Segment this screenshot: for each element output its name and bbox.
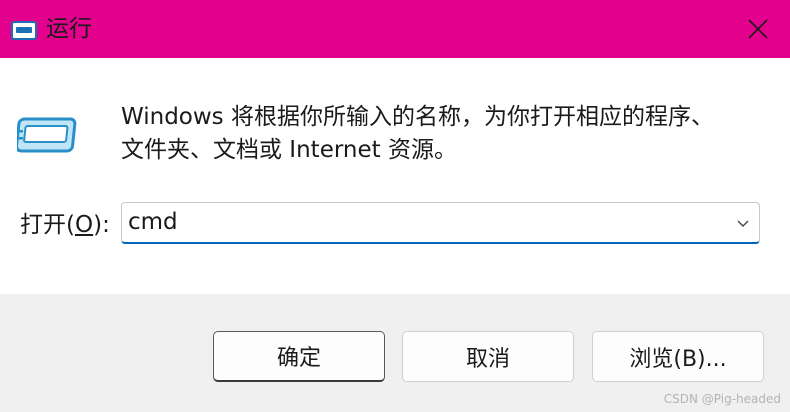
dialog-body: Windows 将根据你所输入的名称，为你打开相应的程序、 文件夹、文档或 In… bbox=[0, 58, 790, 294]
cancel-button[interactable]: 取消 bbox=[402, 331, 574, 382]
run-dialog: 运行 Windows 将根据你所输入的名称，为你打开相应的程序、 文件夹、文档或… bbox=[0, 0, 790, 412]
open-label: 打开(O): bbox=[20, 208, 110, 242]
chevron-down-icon[interactable] bbox=[735, 215, 751, 231]
button-bar: 确定 取消 浏览(B)... CSDN @Pig-headed bbox=[0, 294, 790, 412]
run-dialog-icon bbox=[17, 117, 77, 153]
dialog-description: Windows 将根据你所输入的名称，为你打开相应的程序、 文件夹、文档或 In… bbox=[121, 101, 761, 167]
open-label-accesskey: O bbox=[74, 212, 94, 238]
title-bar[interactable]: 运行 bbox=[0, 0, 790, 58]
open-label-suffix: ): bbox=[93, 212, 110, 238]
open-input[interactable] bbox=[128, 205, 718, 239]
close-button[interactable] bbox=[728, 2, 788, 56]
description-line-2: 文件夹、文档或 Internet 资源。 bbox=[121, 137, 457, 163]
watermark: CSDN @Pig-headed bbox=[663, 392, 781, 406]
ok-button[interactable]: 确定 bbox=[213, 331, 385, 382]
open-combobox[interactable] bbox=[121, 202, 760, 244]
open-label-prefix: 打开( bbox=[20, 212, 75, 238]
close-icon bbox=[748, 19, 768, 39]
run-dialog-icon bbox=[11, 21, 37, 40]
description-line-1: Windows 将根据你所输入的名称，为你打开相应的程序、 bbox=[121, 104, 714, 130]
browse-button[interactable]: 浏览(B)... bbox=[592, 331, 764, 382]
window-title: 运行 bbox=[46, 16, 92, 42]
